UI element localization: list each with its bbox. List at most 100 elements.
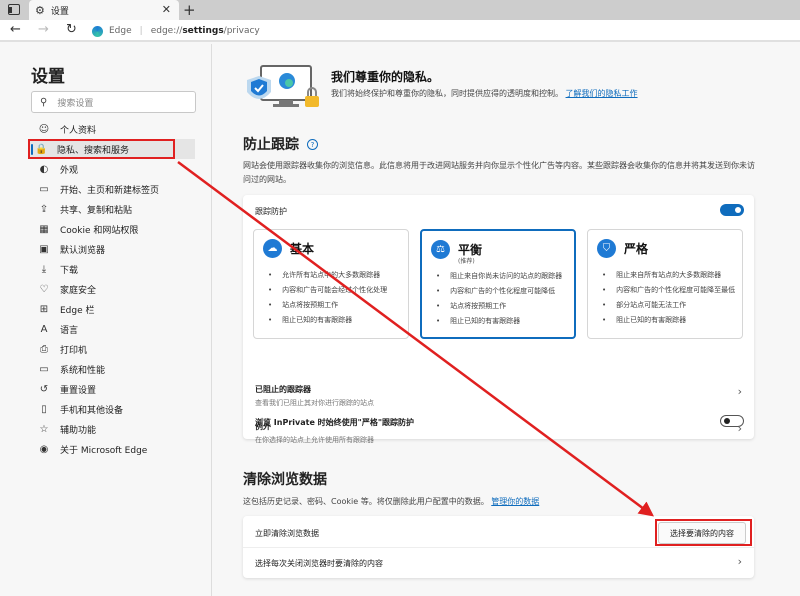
sidebar-item-label: 重置设置 [60, 385, 97, 396]
option-item: 阻止来自所有站点的大多数跟踪器 [602, 268, 735, 283]
sidebar-item[interactable]: A 语言 [31, 319, 212, 339]
manage-data-link[interactable]: 管理你的数据 [491, 497, 539, 506]
sidebar-item-label: 手机和其他设备 [60, 405, 124, 416]
option-balanced[interactable]: ⚖ 平衡 (推荐) 阻止来自你尚未访问的站点的跟踪器 内容和广告的个性化程度可能… [420, 229, 576, 339]
sidebar-item[interactable]: ▭ 开始、主页和新建标签页 [31, 179, 212, 199]
tracking-prevention-toggle[interactable] [720, 204, 744, 216]
phone-icon: ▯ [41, 403, 47, 415]
annotation-highlight-clear-button [655, 519, 752, 546]
sidebar-item[interactable]: ⤓ 下载 [31, 259, 212, 279]
sidebar-item[interactable]: ▦ Cookie 和网站权限 [31, 219, 212, 239]
clear-on-close-label: 选择每次关闭浏览器时要清除的内容 [255, 559, 383, 568]
shield-icon: ⛉ [597, 239, 616, 258]
edge-bar-icon: ⊞ [39, 303, 49, 315]
sidebar-title: 设置 [31, 67, 65, 87]
option-basic[interactable]: ☁ 基本 允许所有站点中的大多数跟踪器 内容和广告可能会经过个性化处理 站点将按… [253, 229, 409, 339]
sidebar-item[interactable]: ◉ 关于 Microsoft Edge [31, 439, 212, 459]
sidebar-item-label: 共享、复制和粘贴 [60, 205, 133, 216]
basic-icon: ☁ [263, 239, 282, 258]
sidebar-item[interactable]: ⊞ Edge 栏 [31, 299, 212, 319]
accessibility-icon: ☆ [39, 423, 49, 435]
option-title: 基本 [290, 242, 315, 256]
new-tab-button[interactable]: + [183, 1, 196, 19]
option-item: 部分站点可能无法工作 [602, 298, 735, 313]
tracking-description: 网站会使用跟踪器收集你的浏览信息。此信息将用于改进网站服务并向你显示个性化广告等… [243, 161, 755, 184]
inprivate-strict-toggle[interactable] [720, 415, 744, 427]
option-item: 站点将按预期工作 [436, 299, 562, 314]
gear-icon: ⚙ [35, 3, 45, 17]
sidebar-item[interactable]: ♡ 家庭安全 [31, 279, 212, 299]
address-bold: settings [182, 26, 224, 36]
back-icon[interactable]: ← [10, 22, 21, 37]
forward-icon[interactable]: → [38, 22, 49, 37]
blocked-trackers-title: 已阻止的跟踪器 [255, 385, 311, 394]
tab-title: 设置 [50, 6, 69, 17]
tab-settings[interactable]: ⚙ 设置 ✕ [29, 0, 179, 20]
sidebar-item[interactable]: ▯ 手机和其他设备 [31, 399, 212, 419]
close-tab-icon[interactable]: ✕ [162, 3, 171, 16]
appearance-icon: ◐ [39, 163, 49, 175]
tracking-card: 跟踪防护 ☁ 基本 允许所有站点中的大多数跟踪器 内容和广告可能会经过个性化处理… [243, 195, 754, 444]
settings-sidebar: 设置 ⚲ 搜索设置 ☺ 个人资料 🔒 隐私、搜索和服务 ◐ 外观 ▭ 开始、主页和新建标签页 ⇪… [0, 44, 212, 596]
privacy-learn-more-link[interactable]: 了解我们的隐私工作 [566, 89, 638, 98]
sidebar-item[interactable]: ☆ 辅助功能 [31, 419, 212, 439]
sidebar-item-label: Cookie 和网站权限 [60, 225, 139, 236]
help-icon[interactable]: ? [307, 139, 318, 150]
sidebar-item-label: 家庭安全 [60, 285, 97, 296]
clear-data-heading: 清除浏览数据 [243, 472, 327, 488]
sidebar-item[interactable]: ▣ 默认浏览器 [31, 239, 212, 259]
option-item: 内容和广告可能会经过个性化处理 [268, 283, 387, 298]
sidebar-item[interactable]: ◐ 外观 [31, 159, 212, 179]
navigation-bar: ← → ↻ Edge | edge://settings/privacy [0, 20, 800, 42]
annotation-highlight-privacy [28, 139, 175, 159]
option-item: 阻止已知的有害跟踪器 [268, 313, 387, 328]
refresh-icon[interactable]: ↻ [66, 22, 77, 37]
address-bar[interactable]: Edge | edge://settings/privacy [92, 22, 260, 40]
sidebar-item-label: 辅助功能 [60, 425, 97, 436]
sidebar-item[interactable]: ☺ 个人资料 [31, 119, 212, 139]
tracking-heading: 防止跟踪? [243, 134, 318, 154]
home-tab-icon: ▭ [39, 183, 49, 195]
address-brand: Edge [109, 26, 132, 36]
option-list: 阻止来自你尚未访问的站点的跟踪器 内容和广告的个性化程度可能降低 站点将按预期工… [436, 269, 562, 329]
main-content: 我们尊重你的隐私。 我们将始终保护和尊重你的隐私，同时提供应得的透明度和控制。 … [213, 44, 800, 596]
clear-data-description-text: 这包括历史记录、密码、Cookie 等。将仅删除此用户配置中的数据。 [243, 497, 489, 506]
option-list: 允许所有站点中的大多数跟踪器 内容和广告可能会经过个性化处理 站点将按预期工作 … [268, 268, 387, 328]
system-icon: ▭ [39, 363, 49, 375]
family-icon: ♡ [39, 283, 49, 295]
language-icon: A [40, 323, 48, 335]
option-item: 允许所有站点中的大多数跟踪器 [268, 268, 387, 283]
option-item: 阻止已知的有害跟踪器 [602, 313, 735, 328]
printer-icon: ⎙ [40, 343, 48, 355]
chevron-right-icon: › [737, 555, 742, 568]
sidebar-item[interactable]: ↺ 重置设置 [31, 379, 212, 399]
option-item: 阻止来自你尚未访问的站点的跟踪器 [436, 269, 562, 284]
option-title: 严格 [624, 242, 649, 256]
option-item: 阻止已知的有害跟踪器 [436, 314, 562, 329]
address-separator: | [139, 26, 143, 36]
reset-icon: ↺ [39, 383, 49, 395]
sidebar-item-label: 打印机 [60, 345, 88, 356]
search-settings-input[interactable]: ⚲ 搜索设置 [31, 91, 196, 113]
sidebar-item-label: 外观 [60, 165, 79, 176]
sidebar-item-label: 默认浏览器 [60, 245, 106, 256]
sidebar-item-label: 个人资料 [60, 125, 97, 136]
option-item: 站点将按预期工作 [268, 298, 387, 313]
inprivate-label: 浏览 InPrivate 时始终使用"严格"跟踪防护 [255, 418, 414, 427]
sidebar-item-label: 开始、主页和新建标签页 [60, 185, 160, 196]
sidebar-item-label: Edge 栏 [60, 305, 95, 316]
cookie-icon: ▦ [39, 223, 49, 235]
tracking-heading-text: 防止跟踪 [243, 137, 299, 153]
tab-actions-icon[interactable] [8, 4, 20, 15]
option-item: 内容和广告的个性化程度可能降至最低 [602, 283, 735, 298]
divider [243, 547, 754, 548]
inprivate-row: 浏览 InPrivate 时始终使用"严格"跟踪防护 [243, 405, 754, 439]
hero-description: 我们将始终保护和尊重你的隐私，同时提供应得的透明度和控制。 了解我们的隐私工作 [331, 87, 666, 100]
sidebar-item[interactable]: ⎙ 打印机 [31, 339, 212, 359]
tab-bar: ⚙ 设置 ✕ + [0, 0, 800, 20]
option-item: 内容和广告的个性化程度可能降低 [436, 284, 562, 299]
sidebar-item[interactable]: ▭ 系统和性能 [31, 359, 212, 379]
sidebar-item[interactable]: ⇪ 共享、复制和粘贴 [31, 199, 212, 219]
option-strict[interactable]: ⛉ 严格 阻止来自所有站点的大多数跟踪器 内容和广告的个性化程度可能降至最低 部… [587, 229, 743, 339]
download-icon: ⤓ [41, 263, 47, 275]
